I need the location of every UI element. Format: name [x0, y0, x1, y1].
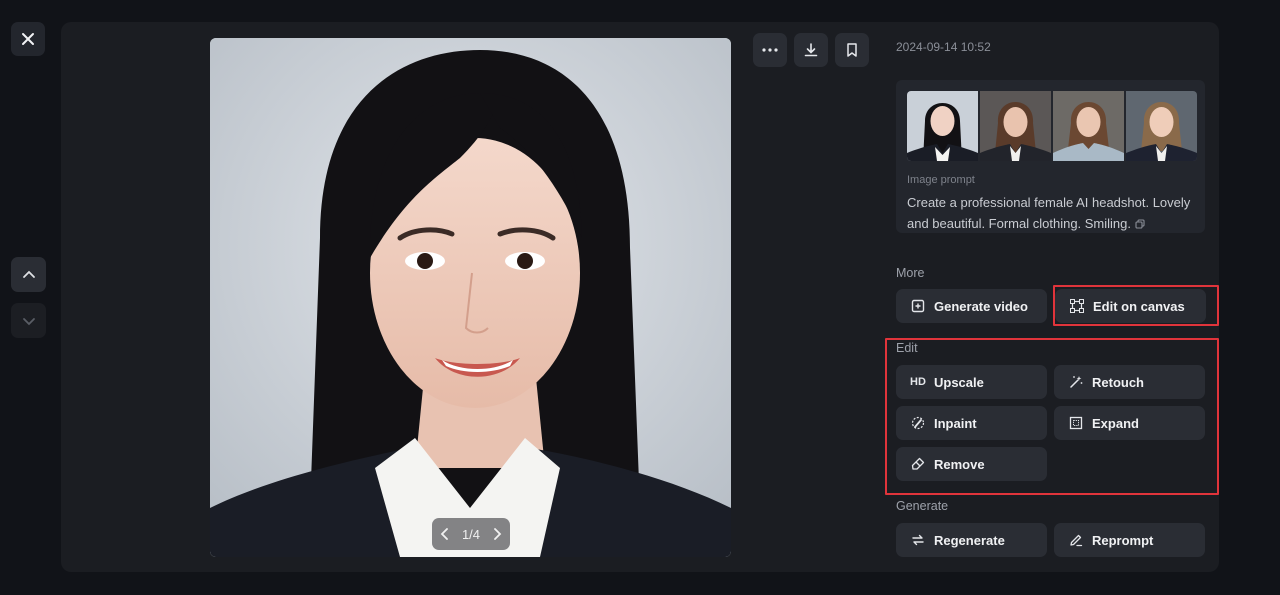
- next-image-button[interactable]: [11, 303, 46, 338]
- pencil-icon: [1068, 532, 1084, 548]
- refresh-icon: [910, 532, 926, 548]
- edit-on-canvas-button[interactable]: Edit on canvas: [1055, 289, 1206, 323]
- edit-on-canvas-label: Edit on canvas: [1093, 298, 1185, 314]
- retouch-button[interactable]: Retouch: [1054, 365, 1205, 399]
- pager-prev-button[interactable]: [440, 528, 450, 540]
- generate-video-button[interactable]: Generate video: [896, 289, 1047, 323]
- thumbnail-strip: [907, 91, 1197, 161]
- canvas-icon: [1069, 298, 1085, 314]
- download-button[interactable]: [794, 33, 828, 67]
- thumbnail-4[interactable]: [1126, 91, 1197, 161]
- bookmark-button[interactable]: [835, 33, 869, 67]
- expand-button[interactable]: Expand: [1054, 406, 1205, 440]
- close-icon: [22, 33, 34, 45]
- reprompt-button[interactable]: Reprompt: [1054, 523, 1205, 557]
- pager-text: 1/4: [461, 526, 481, 542]
- timestamp: 2024-09-14 10:52: [896, 40, 991, 54]
- reprompt-label: Reprompt: [1092, 532, 1154, 548]
- remove-label: Remove: [934, 456, 985, 472]
- expand-label: Expand: [1092, 415, 1139, 431]
- regenerate-button[interactable]: Regenerate: [896, 523, 1047, 557]
- chevron-down-icon: [22, 317, 35, 325]
- expand-icon: [1068, 415, 1084, 431]
- thumbnail-3[interactable]: [1053, 91, 1124, 161]
- prompt-text-content: Create a professional female AI headshot…: [907, 195, 1191, 231]
- thumbnail-1[interactable]: [907, 91, 978, 161]
- copy-icon[interactable]: [1135, 214, 1145, 235]
- more-horizontal-icon: [762, 48, 778, 52]
- chevron-right-icon: [494, 528, 502, 540]
- eraser-icon: [910, 456, 926, 472]
- video-plus-icon: [910, 298, 926, 314]
- brush-icon: [910, 415, 926, 431]
- edit-section-label: Edit: [896, 341, 918, 355]
- magic-wand-icon: [1068, 374, 1084, 390]
- chevron-left-icon: [440, 528, 448, 540]
- download-icon: [804, 43, 818, 57]
- generate-section-label: Generate: [896, 499, 949, 513]
- more-section-label: More: [896, 266, 925, 280]
- image-pager: 1/4: [432, 518, 510, 550]
- prompt-text: Create a professional female AI headshot…: [907, 192, 1197, 235]
- upscale-label: Upscale: [934, 374, 984, 390]
- chevron-up-icon: [22, 270, 35, 278]
- retouch-label: Retouch: [1092, 374, 1144, 390]
- remove-button[interactable]: Remove: [896, 447, 1047, 481]
- pager-next-button[interactable]: [492, 528, 502, 540]
- inpaint-button[interactable]: Inpaint: [896, 406, 1047, 440]
- regenerate-label: Regenerate: [934, 532, 1005, 548]
- bookmark-icon: [847, 43, 857, 57]
- hd-icon: HD: [910, 376, 926, 388]
- more-options-button[interactable]: [753, 33, 787, 67]
- thumbnail-2[interactable]: [980, 91, 1051, 161]
- prompt-label: Image prompt: [907, 174, 975, 186]
- generate-video-label: Generate video: [934, 298, 1028, 314]
- previous-image-button[interactable]: [11, 257, 46, 292]
- close-button[interactable]: [11, 22, 45, 56]
- prompt-card: Image prompt Create a professional femal…: [896, 80, 1205, 233]
- main-image: [210, 38, 731, 557]
- inpaint-label: Inpaint: [934, 415, 977, 431]
- upscale-button[interactable]: HD Upscale: [896, 365, 1047, 399]
